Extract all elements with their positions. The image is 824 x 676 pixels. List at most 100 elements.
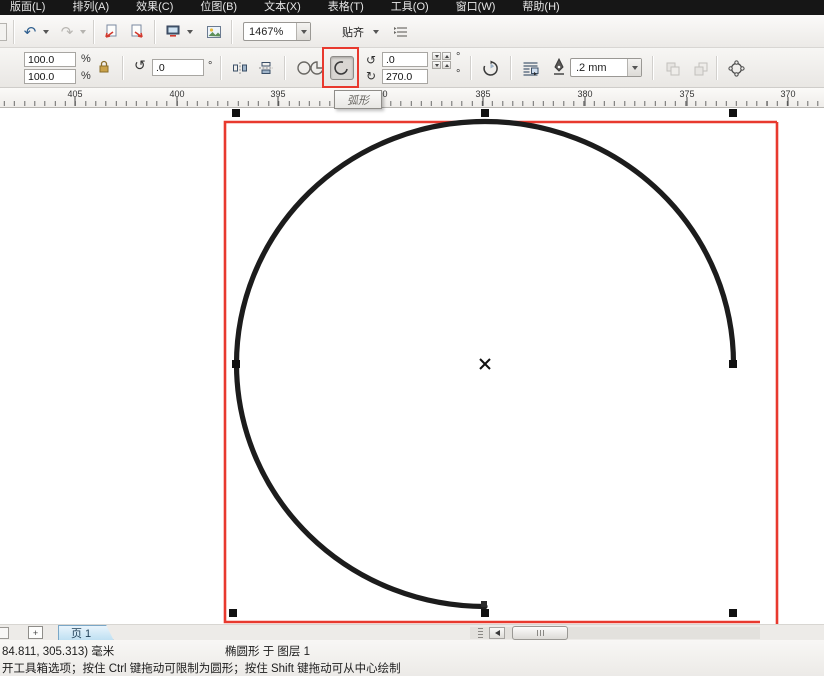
handle-middle-right[interactable] <box>729 360 737 368</box>
export-icon <box>129 24 145 40</box>
ruler-major-tick <box>585 97 586 106</box>
rotation-unit: ° <box>208 60 212 72</box>
to-back-button-disabled[interactable] <box>688 56 712 80</box>
undo-icon: ↶ <box>24 23 37 41</box>
handle-bottom-center[interactable] <box>481 609 489 617</box>
mirror-horizontal-button[interactable] <box>228 56 252 80</box>
selection-center-marker[interactable] <box>480 359 490 369</box>
lock-ratio-button[interactable] <box>98 60 110 74</box>
arc-start-angle-field[interactable] <box>382 52 428 67</box>
rotation-icon: ↺ <box>134 58 146 74</box>
menu-item-8[interactable]: 帮助(H) <box>522 0 559 15</box>
scale-x-unit: % <box>81 53 91 65</box>
options-lines-icon <box>393 25 409 39</box>
arc-end-unit: ° <box>456 68 460 80</box>
lock-icon <box>98 60 110 74</box>
outline-width-combo[interactable]: .2 mm <box>570 58 642 77</box>
pie-tool-button[interactable] <box>305 56 329 80</box>
propbar-separator <box>284 56 285 80</box>
propbar-separator <box>470 56 471 80</box>
quick-customize-button[interactable] <box>724 56 748 80</box>
menu-item-2[interactable]: 效果(C) <box>136 0 173 15</box>
tool-hint-text: 开工具箱选项；按住 Ctrl 键拖动可限制为圆形；按住 Shift 键拖动可从中… <box>2 660 401 676</box>
ruler-major-tick <box>177 97 178 106</box>
chevron-down-icon <box>632 66 638 70</box>
menu-item-6[interactable]: 工具(O) <box>391 0 429 15</box>
propbar-separator <box>122 56 123 80</box>
toolbar-separator <box>13 20 14 44</box>
propbar-separator <box>716 56 717 80</box>
scale-y-unit: % <box>81 70 91 82</box>
chevron-down-icon <box>301 30 307 34</box>
cursor-coordinates: 84.811, 305.313) 毫米 <box>2 643 114 659</box>
view-mode-dropdown[interactable] <box>184 22 195 42</box>
partial-page-nav-icon <box>0 627 9 639</box>
chevron-down-icon <box>80 30 86 34</box>
page-tab-label: 页 1 <box>71 625 91 641</box>
handle-top-left[interactable] <box>232 109 240 117</box>
horizontal-scrollbar-thumb[interactable] <box>512 626 568 640</box>
view-mode-button[interactable] <box>162 22 184 42</box>
mirror-vertical-icon <box>258 61 274 75</box>
to-front-button-disabled[interactable] <box>660 56 684 80</box>
arc-end-angle-field[interactable] <box>382 69 428 84</box>
status-bar: 84.811, 305.313) 毫米 椭圆形 于 图层 1 开工具箱选项；按住… <box>0 640 824 676</box>
rotation-angle-field[interactable] <box>152 59 204 76</box>
ruler-major-tick <box>278 97 279 106</box>
propbar-separator <box>652 56 653 80</box>
scrollbar-splitter-handle[interactable] <box>478 628 483 638</box>
snap-to-button[interactable]: 贴齐 <box>336 22 370 42</box>
handle-top-right[interactable] <box>729 109 737 117</box>
zoom-level-combo[interactable]: 1467% <box>243 22 311 41</box>
menu-item-3[interactable]: 位图(B) <box>200 0 237 15</box>
arc-tooltip-label: 弧形 <box>347 92 369 108</box>
menu-item-0[interactable]: 版面(L) <box>10 0 45 15</box>
options-button[interactable] <box>390 22 412 42</box>
undo-dropdown[interactable] <box>40 22 51 42</box>
add-page-label: + <box>33 628 38 638</box>
redo-dropdown[interactable] <box>77 22 88 42</box>
mirror-horizontal-icon <box>232 61 248 75</box>
snap-to-label: 贴齐 <box>342 24 364 40</box>
redo-icon: ↷ <box>61 23 74 41</box>
scroll-left-button[interactable] <box>489 627 505 639</box>
outline-width-dropdown[interactable] <box>627 59 641 76</box>
page-tab-1[interactable]: 页 1 <box>58 625 114 641</box>
text-wrap-button[interactable] <box>518 56 542 80</box>
handle-bottom-right[interactable] <box>729 609 737 617</box>
selected-object-info: 椭圆形 于 图层 1 <box>225 643 310 659</box>
menu-item-1[interactable]: 排列(A) <box>72 0 109 15</box>
import-button[interactable] <box>100 22 122 42</box>
export-button[interactable] <box>126 22 148 42</box>
ruler-major-tick <box>788 97 789 106</box>
arc-start-spinner[interactable] <box>432 52 451 69</box>
toolbar-separator <box>93 20 94 44</box>
change-direction-button[interactable] <box>478 56 502 80</box>
scale-x-field[interactable] <box>24 52 76 67</box>
redo-button[interactable]: ↷ <box>57 22 77 42</box>
ruler-major-tick <box>483 97 484 106</box>
menu-item-4[interactable]: 文本(X) <box>264 0 301 15</box>
pie-icon <box>309 60 325 76</box>
arc-tool-button[interactable] <box>330 56 354 80</box>
ruler-major-tick <box>75 97 76 106</box>
fullscreen-preview-button[interactable] <box>203 22 225 42</box>
snap-to-dropdown[interactable] <box>370 22 381 42</box>
zoom-combo-dropdown[interactable] <box>296 23 310 40</box>
scale-y-field[interactable] <box>24 69 76 84</box>
drawing-canvas[interactable] <box>0 108 824 624</box>
toolbar-separator <box>154 20 155 44</box>
add-page-button[interactable]: + <box>28 626 43 639</box>
menu-item-7[interactable]: 窗口(W) <box>456 0 496 15</box>
handle-bottom-left[interactable] <box>229 609 237 617</box>
horizontal-ruler: 405400395390385380375370 <box>0 88 824 108</box>
arc-end-node[interactable] <box>481 601 487 607</box>
handle-top-center[interactable] <box>481 109 489 117</box>
menu-item-5[interactable]: 表格(T) <box>328 0 364 15</box>
handle-middle-left[interactable] <box>232 360 240 368</box>
outline-pen-icon <box>552 58 566 76</box>
mirror-vertical-button[interactable] <box>254 56 278 80</box>
chevron-down-icon <box>187 30 193 34</box>
propbar-separator <box>510 56 511 80</box>
undo-button[interactable]: ↶ <box>20 22 40 42</box>
